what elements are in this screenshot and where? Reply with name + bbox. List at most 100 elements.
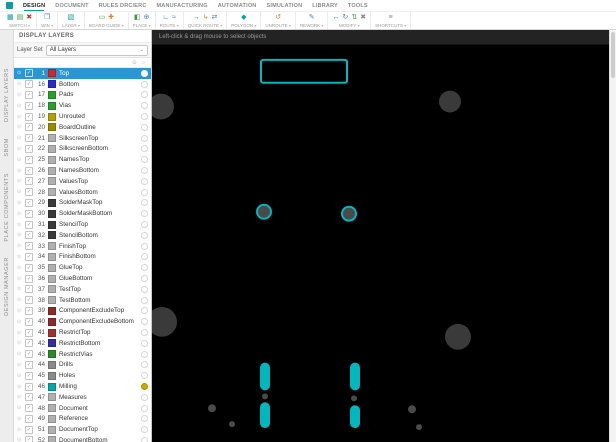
layer-row[interactable]: ⊙ ✓ 38 TestBottom: [14, 295, 151, 306]
visibility-eye-icon[interactable]: ⊙: [17, 103, 25, 109]
ribbon-group-label[interactable]: POLYGON ▾: [231, 23, 256, 28]
visibility-eye-icon[interactable]: ⊙: [17, 373, 25, 379]
side-tab-display-layers[interactable]: DISPLAY LAYERS: [4, 68, 10, 122]
layer-row[interactable]: ⊙ ✓ 44 Drills: [14, 360, 151, 371]
ribbon-group-label[interactable]: SWITCH ▾: [7, 23, 32, 28]
layer-settings-icon[interactable]: ▧: [68, 14, 75, 21]
pad-dot[interactable]: [416, 424, 422, 431]
active-layer-radio[interactable]: [141, 123, 148, 131]
layer-color-swatch[interactable]: [48, 80, 56, 89]
menu-tab-design[interactable]: DESIGN: [23, 2, 45, 10]
menu-tab-rules-drc-erc[interactable]: RULES DRC/ERC: [99, 2, 147, 10]
layer-color-swatch[interactable]: [48, 263, 56, 272]
mounting-hole[interactable]: [445, 323, 471, 350]
active-layer-radio[interactable]: [141, 242, 148, 250]
polygon-icon[interactable]: ◆: [241, 14, 246, 21]
layer-visible-checkbox[interactable]: ✓: [25, 90, 33, 99]
layer-color-swatch[interactable]: [48, 242, 56, 251]
layer-row[interactable]: ⊙ ✓ 42 RestrictBottom: [14, 338, 151, 349]
layer-color-swatch[interactable]: [48, 220, 56, 229]
layer-row[interactable]: ⊙ ✓ 46 Milling: [14, 381, 151, 392]
layer-row[interactable]: ⊙ ✓ 37 TestTop: [14, 284, 151, 295]
layer-visible-checkbox[interactable]: ✓: [25, 317, 33, 326]
active-layer-radio[interactable]: [141, 91, 148, 99]
layer-visible-checkbox[interactable]: ✓: [25, 144, 33, 153]
layer-row[interactable]: ⊙ ✓ 51 DocumentTop: [14, 424, 151, 435]
layer-visible-checkbox[interactable]: ✓: [25, 198, 33, 207]
layer-visible-checkbox[interactable]: ✓: [25, 123, 33, 132]
layer-set-dropdown[interactable]: All Layers ⌄: [45, 44, 148, 56]
active-layer-radio[interactable]: [141, 69, 148, 77]
layer-color-swatch[interactable]: [48, 252, 56, 261]
layer-color-swatch[interactable]: [48, 134, 56, 143]
active-layer-radio[interactable]: [141, 156, 148, 164]
active-layer-radio[interactable]: [141, 383, 148, 390]
visibility-eye-icon[interactable]: ⊙: [17, 211, 25, 217]
via-ring[interactable]: [341, 205, 357, 222]
visibility-eye-icon[interactable]: ⊙: [17, 232, 25, 238]
active-layer-radio[interactable]: [141, 188, 148, 196]
layer-row[interactable]: ⊙ ✓ 31 StencilTop: [14, 219, 151, 230]
route-diffpair-icon[interactable]: ≈: [172, 14, 176, 21]
pad-dot[interactable]: [229, 421, 235, 428]
layer-visible-checkbox[interactable]: ✓: [25, 436, 33, 442]
menu-tab-tools[interactable]: TOOLS: [348, 2, 368, 10]
layer-row[interactable]: ⊙ ✓ 30 SolderMaskBottom: [14, 208, 151, 219]
visibility-eye-icon[interactable]: ⊙: [17, 254, 25, 260]
scrollbar-thumb[interactable]: [611, 32, 615, 78]
active-layer-radio[interactable]: [141, 426, 148, 434]
active-layer-radio[interactable]: [141, 361, 148, 369]
menu-tab-library[interactable]: LIBRARY: [312, 2, 338, 10]
visibility-eye-icon[interactable]: ⊙: [17, 297, 25, 303]
layer-visible-checkbox[interactable]: ✓: [25, 112, 33, 121]
layer-color-swatch[interactable]: [48, 306, 56, 315]
layer-visible-checkbox[interactable]: ✓: [25, 382, 33, 391]
layer-row[interactable]: ⊙ ✓ 18 Vias: [14, 100, 151, 111]
layer-row[interactable]: ⊙ ✓ 25 NamesTop: [14, 154, 151, 165]
quick-route-icon[interactable]: →: [193, 14, 200, 21]
ribbon-group-label[interactable]: PLACE ▾: [133, 23, 151, 28]
active-layer-radio[interactable]: [141, 415, 148, 423]
place-part-icon[interactable]: ◧: [134, 14, 141, 21]
visibility-eye-icon[interactable]: ⊙: [17, 394, 25, 400]
layer-color-swatch[interactable]: [48, 393, 56, 402]
layer-color-swatch[interactable]: [48, 274, 56, 283]
visibility-eye-icon[interactable]: ⊙: [17, 362, 25, 368]
visibility-eye-icon[interactable]: ⊙: [17, 405, 25, 411]
visibility-eye-icon[interactable]: ⊙: [17, 340, 25, 346]
layer-color-swatch[interactable]: [48, 155, 56, 164]
close-icon[interactable]: ✖: [26, 14, 32, 21]
active-layer-radio[interactable]: [141, 436, 148, 442]
layer-visible-checkbox[interactable]: ✓: [25, 242, 33, 251]
layer-row[interactable]: ⊙ ✓ 21 SilkscreenTop: [14, 133, 151, 144]
layer-visible-checkbox[interactable]: ✓: [25, 350, 33, 359]
layer-color-swatch[interactable]: [48, 382, 56, 391]
swap-icon[interactable]: ⇄: [211, 14, 217, 21]
layer-color-swatch[interactable]: [48, 198, 56, 207]
open-board-icon[interactable]: ▤: [17, 14, 24, 21]
active-layer-radio[interactable]: [141, 113, 148, 121]
layer-color-swatch[interactable]: [48, 112, 56, 121]
active-layer-radio[interactable]: [141, 221, 148, 229]
visibility-eye-icon[interactable]: ⊙: [17, 319, 25, 325]
layer-row[interactable]: ⊙ ✓ 29 SolderMaskTop: [14, 198, 151, 209]
visibility-eye-icon[interactable]: ⊙: [17, 70, 25, 76]
milling-slot[interactable]: [350, 405, 360, 429]
mounting-hole[interactable]: [439, 90, 461, 113]
layer-color-swatch[interactable]: [48, 296, 56, 305]
ribbon-group-label[interactable]: MODIFY ▾: [332, 23, 366, 28]
layer-color-swatch[interactable]: [48, 317, 56, 326]
visibility-eye-icon[interactable]: ⊙: [17, 146, 25, 152]
layer-row[interactable]: ⊙ ✓ 47 Measures: [14, 392, 151, 403]
layer-row[interactable]: ⊙ ✓ 36 GlueBottom: [14, 273, 151, 284]
layer-color-swatch[interactable]: [48, 425, 56, 434]
layer-row[interactable]: ⊙ ✓ 32 StencilBottom: [14, 230, 151, 241]
pad-dot[interactable]: [262, 393, 268, 400]
ribbon-group-label[interactable]: ROUTE ▾: [160, 23, 179, 28]
visibility-eye-icon[interactable]: ⊙: [17, 437, 25, 442]
layer-color-swatch[interactable]: [48, 285, 56, 294]
switch-document-icon[interactable]: ▦: [7, 14, 14, 21]
delete-icon[interactable]: ✖: [360, 14, 366, 21]
layer-color-swatch[interactable]: [48, 144, 56, 153]
window-icon[interactable]: ❐: [44, 14, 50, 21]
